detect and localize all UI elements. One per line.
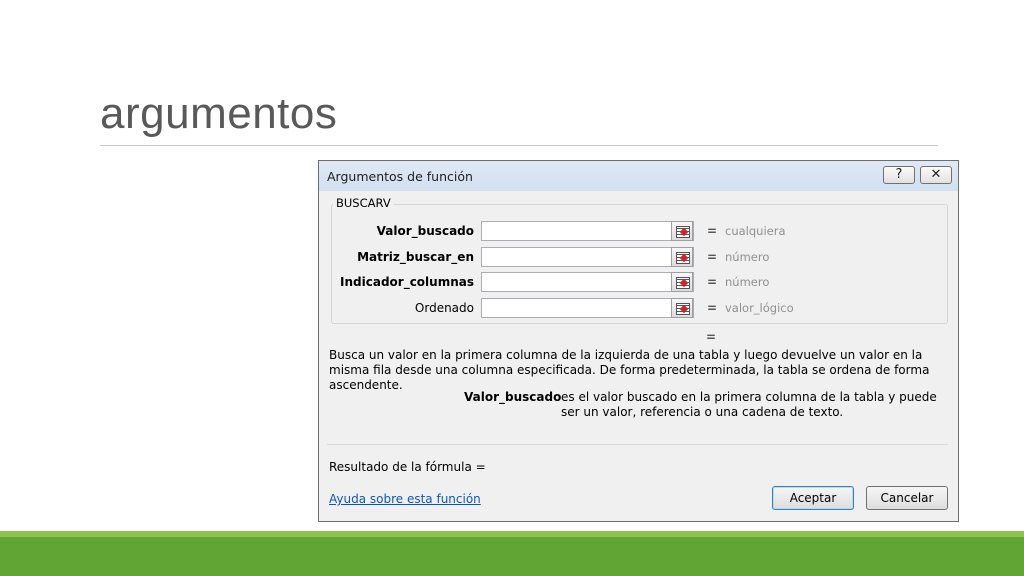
dialog-title: Argumentos de función: [327, 169, 473, 184]
arg-input-valor-buscado[interactable]: [481, 221, 694, 241]
result-equals: =: [706, 330, 717, 344]
dialog-titlebar[interactable]: Argumentos de función ? ✕: [319, 161, 958, 191]
function-name: BUSCARV: [333, 196, 394, 210]
param-description: es el valor buscado en la primera column…: [561, 390, 937, 419]
help-link[interactable]: Ayuda sobre esta función: [329, 492, 481, 506]
arg-equals: =: [707, 275, 718, 289]
range-select-icon[interactable]: [671, 298, 693, 318]
arg-type-ordenado: valor_lógico: [725, 301, 794, 315]
slide-title: argumentos: [100, 89, 338, 138]
arg-label-ordenado: Ordenado: [414, 301, 474, 315]
range-select-icon[interactable]: [671, 247, 693, 267]
footer-band: [0, 537, 1024, 576]
arg-type-indicador-columnas: número: [725, 275, 770, 289]
arg-equals: =: [707, 301, 718, 315]
dialog-divider: [327, 444, 948, 445]
cancel-button[interactable]: Cancelar: [866, 486, 948, 510]
range-select-icon[interactable]: [671, 221, 693, 241]
close-button[interactable]: ✕: [920, 166, 952, 184]
arg-equals: =: [707, 224, 718, 238]
arg-label-matriz-buscar-en: Matriz_buscar_en: [357, 250, 474, 264]
formula-result: Resultado de la fórmula =: [329, 460, 486, 474]
arg-input-ordenado[interactable]: [481, 298, 694, 318]
arg-type-matriz-buscar-en: número: [725, 250, 770, 264]
function-arguments-dialog: Argumentos de función ? ✕ BUSCARV Valor_…: [318, 160, 959, 522]
function-description: Busca un valor en la primera columna de …: [329, 348, 930, 392]
arg-equals: =: [707, 250, 718, 264]
arg-type-valor-buscado: cualquiera: [725, 224, 786, 238]
param-name: Valor_buscado: [464, 390, 562, 404]
arg-label-indicador-columnas: Indicador_columnas: [340, 275, 474, 289]
arg-input-matriz-buscar-en[interactable]: [481, 247, 694, 267]
ok-button[interactable]: Aceptar: [772, 486, 854, 510]
title-divider: [100, 145, 938, 146]
arg-input-indicador-columnas[interactable]: [481, 272, 694, 292]
arg-label-valor-buscado: Valor_buscado: [376, 224, 474, 238]
help-button[interactable]: ?: [883, 166, 915, 184]
range-select-icon[interactable]: [671, 272, 693, 292]
